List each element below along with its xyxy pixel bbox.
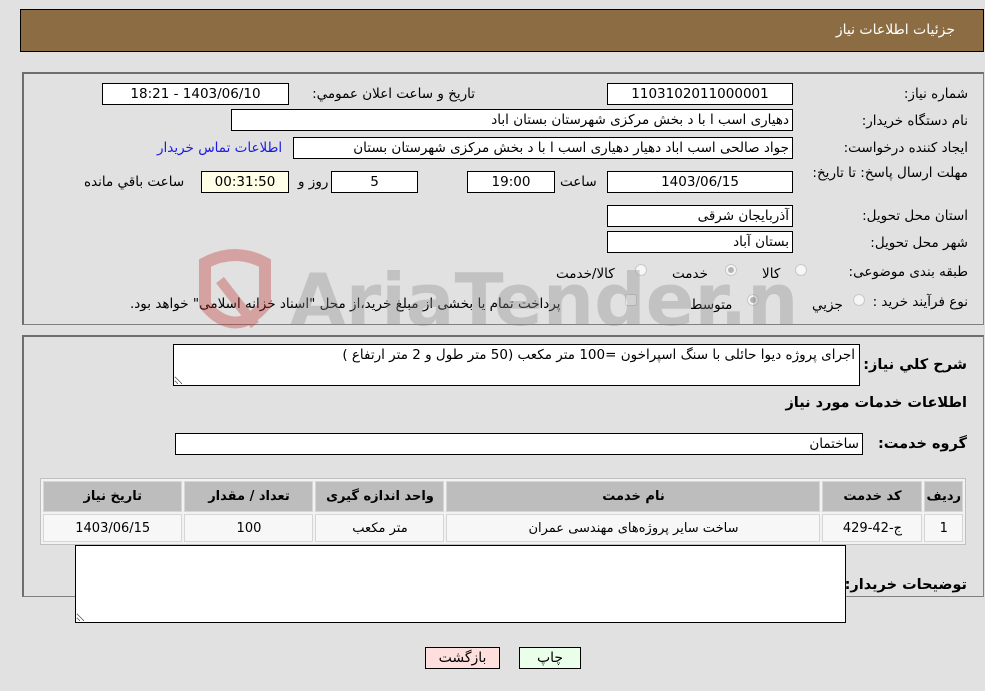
need-number-field: 1103102011000001 [607, 83, 793, 105]
description-textarea[interactable]: اجرای پروژه دیوا حائلی با سنگ اسپراخون =… [173, 344, 860, 386]
purchase-type-label: نوع فرآیند خرید : [872, 294, 968, 310]
description-label: شرح کلي نیاز: [863, 357, 967, 373]
cell-service-name: ساخت سایر پروژه‌های مهندسی عمران [446, 514, 821, 542]
requester-label: ایجاد کننده درخواست: [843, 140, 968, 156]
category-radio-goods[interactable] [795, 264, 807, 276]
col-header-quantity: تعداد / مقدار [184, 481, 314, 512]
cell-need-date: 1403/06/15 [43, 514, 183, 542]
col-header-service-code: کد خدمت [822, 481, 923, 512]
services-table-header: ردیف کد خدمت نام خدمت واحد اندازه گیری ت… [43, 481, 963, 512]
announce-datetime-field: 1403/06/10 - 18:21 [102, 83, 289, 105]
cell-quantity: 100 [184, 514, 314, 542]
purchase-type-option-minor: جزیي [812, 297, 843, 313]
page-header: جزئیات اطلاعات نیاز [20, 9, 984, 52]
buyer-contact-link[interactable]: اطلاعات تماس خریدار [157, 140, 282, 156]
services-table: ردیف کد خدمت نام خدمت واحد اندازه گیری ت… [40, 478, 966, 545]
category-option-goods: کالا [762, 266, 781, 282]
buyer-notes-label: توضیحات خریدار: [844, 577, 967, 593]
print-button[interactable]: چاپ [519, 647, 581, 669]
category-option-service: خدمت [672, 266, 708, 282]
back-button[interactable]: بازگشت [425, 647, 500, 669]
category-option-goods-service: کالا/خدمت [556, 266, 615, 282]
deadline-label: مهلت ارسال پاسخ: تا تاریخ: [812, 165, 968, 181]
requester-field: جواد صالحی اسب اباد دهیار دهیاری اسب ا ب… [293, 137, 793, 159]
cell-row-number: 1 [924, 514, 963, 542]
category-label: طبقه بندی موضوعی: [848, 264, 968, 280]
service-group-label: گروه خدمت: [877, 436, 967, 452]
deadline-time-field: 19:00 [467, 171, 555, 193]
province-field: آذربایجان شرقی [607, 205, 793, 227]
province-label: استان محل تحویل: [862, 208, 968, 224]
table-row: 1 ج-42-429 ساخت سایر پروژه‌های مهندسی عم… [43, 514, 963, 542]
need-number-label: شماره نیاز: [903, 86, 968, 102]
treasury-bonds-note: پرداخت تمام یا بخشی از مبلغ خرید،از محل … [130, 296, 561, 312]
buyer-notes-textarea[interactable] [75, 545, 846, 623]
announce-datetime-label: تاریخ و ساعت اعلان عمومي: [312, 86, 475, 102]
buyer-org-label: نام دستگاه خریدار: [861, 113, 968, 129]
purchase-type-option-medium: متوسط [690, 297, 733, 313]
col-header-service-name: نام خدمت [446, 481, 821, 512]
cell-unit: متر مکعب [315, 514, 445, 542]
col-header-row: ردیف [924, 481, 963, 512]
col-header-need-date: تاریخ نیاز [43, 481, 183, 512]
service-group-field: ساختمان [175, 433, 863, 455]
deadline-date-field: 1403/06/15 [607, 171, 793, 193]
col-header-unit: واحد اندازه گیری [315, 481, 445, 512]
deadline-time-label: ساعت [560, 174, 597, 190]
services-section-title: اطلاعات خدمات مورد نیاز [785, 395, 967, 411]
cell-service-code: ج-42-429 [822, 514, 923, 542]
page-title: جزئیات اطلاعات نیاز [835, 22, 955, 38]
city-label: شهر محل تحویل: [870, 235, 968, 251]
purchase-type-radio-minor[interactable] [853, 294, 865, 306]
days-label: روز و [298, 174, 329, 190]
category-radio-service[interactable] [725, 264, 737, 276]
city-field: بستان آباد [607, 231, 793, 253]
time-remaining-label: ساعت باقي مانده [84, 174, 185, 190]
purchase-type-radio-medium[interactable] [747, 294, 759, 306]
days-remaining-field: 5 [331, 171, 418, 193]
treasury-bonds-checkbox[interactable] [625, 294, 637, 306]
time-remaining-field: 00:31:50 [201, 171, 289, 193]
buyer-org-field: دهیاری اسب ا با د بخش مرکزی شهرستان بستا… [231, 109, 793, 131]
category-radio-goods-service[interactable] [635, 264, 647, 276]
